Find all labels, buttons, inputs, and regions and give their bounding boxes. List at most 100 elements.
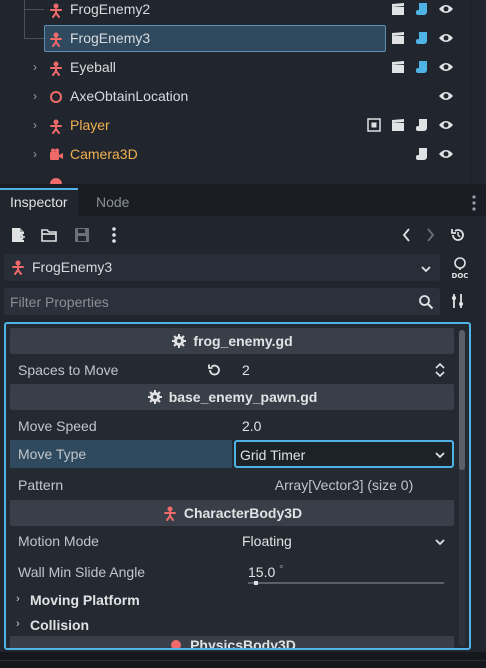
object-selector[interactable]: FrogEnemy3 — [4, 254, 440, 281]
script-icon[interactable] — [414, 30, 430, 46]
chevron-right-icon: › — [16, 618, 20, 630]
eye-icon[interactable] — [438, 59, 454, 75]
chevron-down-icon — [434, 448, 446, 460]
tree-item-axeobtainlocation[interactable]: › AxeObtainLocation — [0, 82, 470, 111]
group-icon[interactable] — [366, 117, 382, 133]
tree-item-label: FrogEnemy2 — [70, 1, 151, 17]
tree-item-label: Camera3D — [70, 146, 138, 162]
history-back-icon[interactable] — [398, 226, 416, 244]
section-physicsbody3d[interactable]: PhysicsBody3D — [10, 636, 454, 650]
eye-icon[interactable] — [438, 1, 454, 17]
tree-item-icons — [390, 0, 454, 18]
prop-pattern: Pattern Array[Vector3] (size 0) — [10, 471, 454, 499]
history-icon[interactable] — [449, 226, 467, 244]
section-base-enemy-pawn-script[interactable]: base_enemy_pawn.gd — [10, 384, 454, 410]
move-speed-field[interactable]: 2.0 — [234, 412, 454, 440]
new-resource-icon[interactable] — [9, 226, 27, 244]
clapper-icon[interactable] — [390, 30, 406, 46]
slider-grabber[interactable] — [254, 581, 258, 585]
prop-spaces-to-move: Spaces to Move 2 — [10, 356, 454, 384]
open-folder-icon[interactable] — [40, 226, 58, 244]
filter-properties-input[interactable] — [4, 288, 414, 315]
tree-item-icons — [390, 29, 454, 47]
tree-item-label: FrogEnemy3 — [70, 30, 151, 46]
revert-icon[interactable] — [206, 362, 222, 378]
tree-item-icons — [414, 145, 454, 163]
clapper-icon[interactable] — [390, 1, 406, 17]
save-icon[interactable] — [73, 226, 91, 244]
tree-item-frogenemy3[interactable]: FrogEnemy3 — [0, 24, 470, 53]
divider — [0, 660, 486, 661]
characterbody-node-icon — [48, 2, 64, 18]
tab-inspector[interactable]: Inspector — [0, 188, 78, 216]
clapper-icon[interactable] — [390, 59, 406, 75]
group-moving-platform[interactable]: › Moving Platform — [10, 588, 454, 612]
eye-icon[interactable] — [438, 146, 454, 162]
section-frog-enemy-script[interactable]: frog_enemy.gd — [10, 328, 454, 354]
script-icon[interactable] — [414, 59, 430, 75]
gear-icon — [171, 333, 187, 349]
characterbody-node-icon — [48, 31, 64, 47]
section-title: frog_enemy.gd — [193, 333, 293, 349]
eye-icon[interactable] — [438, 88, 454, 104]
tree-item-player[interactable]: › Player — [0, 111, 470, 140]
prop-value: 15.0 ° — [248, 564, 284, 580]
scrollbar-thumb[interactable] — [459, 330, 465, 470]
inspector-panel: Inspector Node FrogEnemy3 DOC Filter Pro… — [0, 188, 486, 668]
tree-item-partial[interactable] — [0, 169, 470, 184]
section-characterbody3d[interactable]: CharacterBody3D — [10, 500, 454, 526]
script-icon[interactable] — [414, 1, 430, 17]
motion-mode-dropdown[interactable]: Floating — [234, 527, 454, 555]
wall-min-slide-angle-slider[interactable]: 15.0 ° — [234, 558, 454, 586]
tab-node[interactable]: Node — [86, 188, 139, 216]
inspector-toolbar — [0, 222, 486, 248]
dock-tabs: Inspector Node — [0, 188, 486, 216]
prop-move-type: Move Type Grid Timer — [10, 440, 454, 468]
tree-guide-line — [24, 0, 25, 24]
move-type-dropdown[interactable]: Grid Timer — [234, 440, 454, 468]
tree-item-icons — [366, 116, 454, 134]
spin-updown-icon[interactable] — [434, 362, 446, 378]
characterbody-node-icon — [48, 118, 64, 134]
scene-tree-scrollbar[interactable] — [472, 0, 486, 184]
script-icon[interactable] — [414, 146, 430, 162]
prop-wall-min-slide-angle: Wall Min Slide Angle 15.0 ° — [10, 558, 454, 586]
tree-item-frogenemy2[interactable]: FrogEnemy2 — [0, 0, 470, 24]
tree-item-eyeball[interactable]: › Eyeball — [0, 53, 470, 82]
property-list-scrollbar[interactable] — [459, 330, 465, 646]
slider-track[interactable] — [248, 582, 444, 584]
script-icon[interactable] — [414, 117, 430, 133]
chevron-right-icon[interactable]: › — [33, 148, 43, 160]
prop-value: 2.0 — [242, 418, 262, 434]
chevron-right-icon[interactable]: › — [33, 61, 43, 73]
pattern-array-button[interactable]: Array[Vector3] (size 0) — [234, 471, 454, 499]
prop-value: Array[Vector3] (size 0) — [274, 477, 414, 493]
chevron-right-icon[interactable]: › — [33, 119, 43, 131]
tree-item-camera3d[interactable]: › Camera3D — [0, 140, 470, 169]
tree-item-label: Eyeball — [70, 59, 116, 75]
property-list: frog_enemy.gd Spaces to Move 2 base_enem… — [4, 322, 471, 650]
filter-properties — [4, 288, 440, 315]
chevron-right-icon[interactable]: › — [33, 90, 43, 102]
more-options-icon[interactable] — [105, 226, 123, 244]
history-forward-icon[interactable] — [421, 226, 439, 244]
chevron-down-icon — [420, 262, 432, 274]
chevron-right-icon: › — [16, 593, 20, 605]
search-icon — [418, 294, 434, 310]
tree-item-label: AxeObtainLocation — [70, 88, 189, 104]
spaces-to-move-spinbox[interactable]: 2 — [234, 356, 454, 384]
kebab-menu-icon[interactable] — [472, 195, 476, 211]
eye-icon[interactable] — [438, 117, 454, 133]
section-title: CharacterBody3D — [183, 505, 303, 521]
prop-label: Move Type — [18, 446, 87, 462]
tree-item-icons — [390, 58, 454, 76]
eye-icon[interactable] — [438, 30, 454, 46]
characterbody-node-icon — [10, 259, 26, 275]
section-title: PhysicsBody3D — [190, 637, 296, 650]
tools-icon[interactable] — [449, 292, 467, 310]
tree-item-label: Player — [70, 117, 110, 133]
doc-icon[interactable]: DOC — [448, 256, 472, 280]
gear-icon — [147, 389, 163, 405]
clapper-icon[interactable] — [390, 117, 406, 133]
characterbody-node-icon — [162, 505, 178, 521]
